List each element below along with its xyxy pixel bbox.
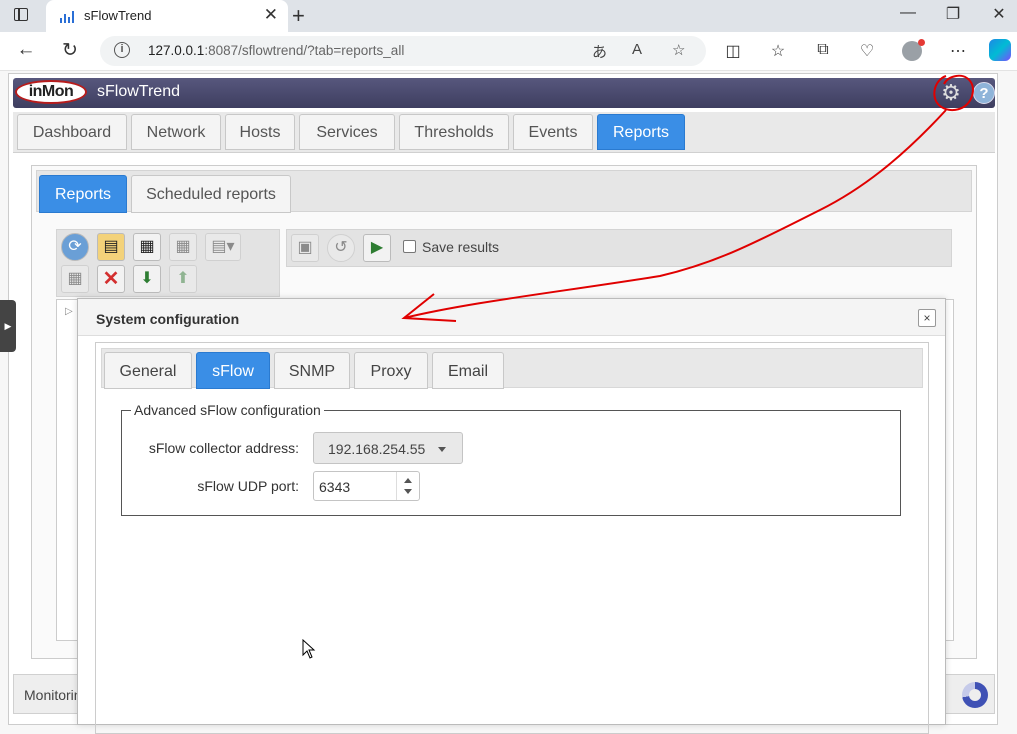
browser-tab[interactable]: sFlowTrend ✕	[46, 0, 288, 32]
decrement-arrow-icon[interactable]	[404, 489, 412, 494]
tab-proxy[interactable]: Proxy	[354, 352, 428, 389]
checkbox-box[interactable]	[403, 240, 416, 253]
dialog-close-button[interactable]: ×	[918, 309, 936, 327]
tab-services[interactable]: Services	[299, 114, 395, 150]
translate-icon[interactable]: あ	[592, 41, 607, 62]
chart-dropdown-icon[interactable]: ▤▾	[205, 233, 241, 261]
main-nav: Dashboard Network Hosts Services Thresho…	[13, 112, 995, 153]
tab-snmp[interactable]: SNMP	[274, 352, 350, 389]
run-report-icon[interactable]: ▶	[363, 234, 391, 262]
side-panel-toggle[interactable]: ▶	[0, 300, 16, 352]
more-menu-icon[interactable]: ⋯	[947, 41, 969, 61]
open-folder-icon[interactable]: ▤	[97, 233, 125, 261]
tab-hosts[interactable]: Hosts	[225, 114, 295, 150]
restore-icon[interactable]: ❐	[938, 4, 968, 24]
chevron-down-icon	[438, 447, 446, 452]
browser-tab-bar: sFlowTrend ✕ + — ❐ ✕	[0, 0, 1017, 32]
subtab-reports[interactable]: Reports	[39, 175, 127, 213]
udp-port-value[interactable]: 6343	[319, 479, 350, 495]
settings-gear-icon[interactable]: ⚙	[938, 80, 964, 106]
paste-icon[interactable]: ▦	[61, 265, 89, 293]
read-aloud-icon[interactable]: A	[632, 41, 642, 58]
minimize-icon[interactable]: —	[893, 4, 923, 22]
app-header: inMon sFlowTrend ⚙ ?	[13, 78, 995, 108]
footer-status-text: Monitorin	[24, 687, 82, 703]
dialog-titlebar[interactable]: System configuration ×	[78, 299, 945, 336]
inmon-logo: inMon	[15, 80, 87, 104]
tab-reports[interactable]: Reports	[597, 114, 685, 150]
tab-dashboard[interactable]: Dashboard	[17, 114, 127, 150]
download-icon[interactable]: ⬇	[133, 265, 161, 293]
subtab-scheduled-reports[interactable]: Scheduled reports	[131, 175, 291, 213]
collector-address-label: sFlow collector address:	[148, 440, 299, 456]
increment-arrow-icon[interactable]	[404, 478, 412, 483]
mouse-cursor-icon	[302, 639, 316, 659]
report-tree-toolbar: ⟳ ▤ ▦ ▦ ▤▾ ▦ ✕ ⬇ ⬆	[56, 229, 280, 297]
tab-email[interactable]: Email	[432, 352, 504, 389]
favorite-star-icon[interactable]: ☆	[672, 41, 685, 59]
site-info-icon[interactable]: i	[114, 42, 130, 58]
browser-tab-title: sFlowTrend	[84, 8, 152, 23]
advanced-sflow-fieldset: Advanced sFlow configuration sFlow colle…	[121, 402, 901, 516]
url-text: 127.0.0.1:8087/sflowtrend/?tab=reports_a…	[148, 43, 405, 58]
address-bar[interactable]: i 127.0.0.1:8087/sflowtrend/?tab=reports…	[100, 36, 706, 66]
new-report-icon[interactable]: ▦	[133, 233, 161, 261]
refresh-icon[interactable]: ↻	[58, 39, 82, 62]
dialog-body: General sFlow SNMP Proxy Email Advanced …	[95, 342, 929, 734]
undo-icon[interactable]: ↺	[327, 234, 355, 262]
fieldset-legend: Advanced sFlow configuration	[131, 402, 324, 418]
browser-essentials-icon[interactable]: ♡	[856, 41, 878, 61]
tab-thresholds[interactable]: Thresholds	[399, 114, 509, 150]
tab-sflow[interactable]: sFlow	[196, 352, 270, 389]
udp-port-label: sFlow UDP port:	[197, 478, 299, 494]
copilot-icon[interactable]	[989, 39, 1011, 61]
udp-port-stepper[interactable]: 6343	[313, 471, 420, 501]
close-window-icon[interactable]: ✕	[984, 4, 1014, 24]
system-configuration-dialog: System configuration × General sFlow SNM…	[77, 298, 946, 734]
stepper-buttons	[396, 472, 419, 500]
delete-icon[interactable]: ✕	[97, 265, 125, 293]
app-title: sFlowTrend	[97, 83, 180, 100]
upload-icon[interactable]: ⬆	[169, 265, 197, 293]
collector-address-select[interactable]: 192.168.254.55	[313, 432, 463, 464]
favorites-icon[interactable]: ☆	[767, 41, 789, 61]
loading-spinner-icon	[962, 682, 988, 708]
reports-sub-tabs: Reports Scheduled reports	[36, 170, 972, 213]
browser-toolbar: ← ↻ i 127.0.0.1:8087/sflowtrend/?tab=rep…	[0, 32, 1017, 71]
save-results-checkbox[interactable]: Save results	[403, 239, 499, 255]
tab-actions-icon[interactable]	[14, 8, 28, 21]
refresh-reports-icon[interactable]: ⟳	[61, 233, 89, 261]
collector-address-value: 192.168.254.55	[328, 441, 426, 457]
split-screen-icon[interactable]: ◫	[722, 41, 744, 61]
save-results-label: Save results	[422, 239, 500, 255]
notification-dot-icon	[918, 39, 925, 46]
collections-icon[interactable]: ⧉	[812, 41, 834, 59]
profile-avatar[interactable]	[902, 39, 925, 61]
config-tabs: General sFlow SNMP Proxy Email	[101, 348, 923, 389]
tab-network[interactable]: Network	[131, 114, 221, 150]
tab-general[interactable]: General	[104, 352, 192, 389]
dialog-title: System configuration	[96, 311, 240, 327]
copy-report-icon[interactable]: ▦	[169, 233, 197, 261]
tree-expand-icon[interactable]: ▷	[65, 306, 73, 317]
report-editor-toolbar: ▣ ↺ ▶ Save results	[286, 229, 952, 267]
help-icon[interactable]: ?	[973, 82, 995, 104]
tab-events[interactable]: Events	[513, 114, 593, 150]
sflowtrend-favicon-icon	[60, 9, 74, 23]
save-icon[interactable]: ▣	[291, 234, 319, 262]
new-tab-icon[interactable]: +	[292, 3, 305, 29]
back-icon[interactable]: ←	[14, 39, 38, 61]
close-tab-icon[interactable]: ✕	[264, 5, 278, 25]
